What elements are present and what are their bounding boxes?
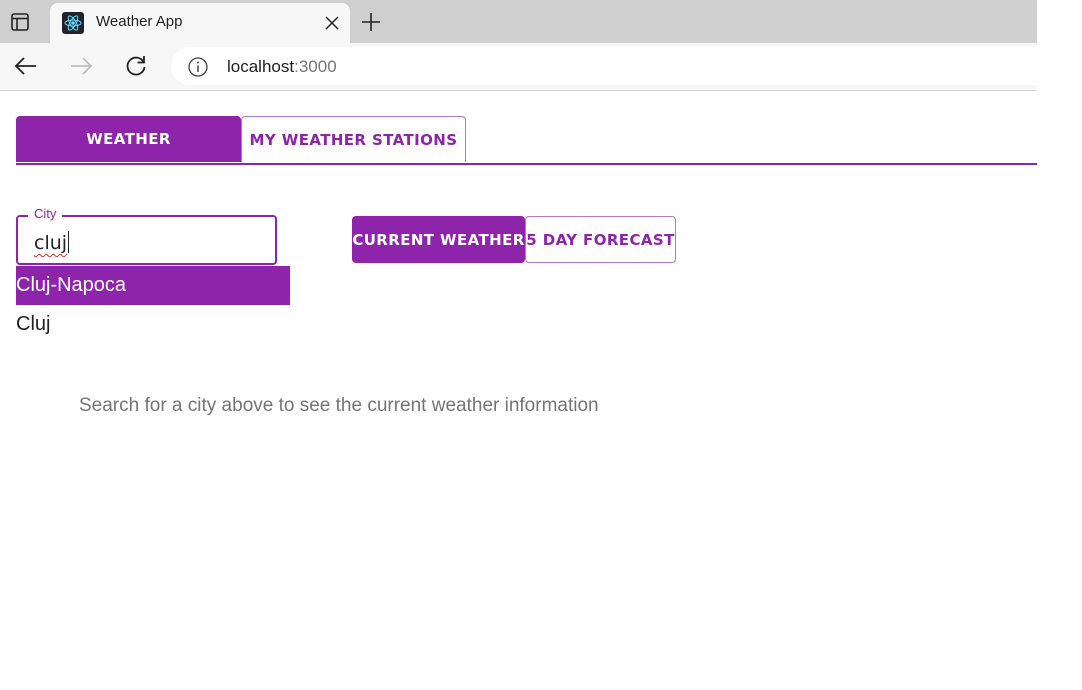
browser-toolbar: localhost:3000 [0,43,1037,91]
tabs-indicator-line [16,163,1037,165]
city-input-value[interactable]: cluj [34,231,70,254]
info-icon[interactable] [187,56,209,78]
browser-tab-title: Weather App [96,13,183,30]
reload-icon[interactable] [123,53,149,79]
city-suggestions-list: Cluj-Napoca Cluj [16,266,290,344]
url-port: :3000 [294,57,337,76]
address-bar[interactable]: localhost:3000 [171,47,1037,85]
browser-tab[interactable]: Weather App [50,3,350,43]
suggestion-item[interactable]: Cluj [16,305,290,344]
suggestion-item[interactable]: Cluj-Napoca [16,266,290,305]
tab-weather[interactable]: WEATHER [16,116,241,162]
close-icon[interactable] [324,15,340,31]
url-text: localhost:3000 [227,57,337,77]
five-day-forecast-button[interactable]: 5 DAY FORECAST [525,216,676,263]
back-arrow-icon[interactable] [13,53,39,79]
empty-state-hint: Search for a city above to see the curre… [79,395,599,416]
text-caret [68,231,70,253]
city-field-label: City [28,206,63,221]
app-tabs: WEATHER MY WEATHER STATIONS [16,116,1037,165]
plus-icon[interactable] [360,11,382,33]
browser-tabstrip: Weather App [0,0,1037,43]
react-favicon-icon [62,12,84,34]
city-input-text: cluj [34,232,68,254]
city-search-field[interactable]: City cluj [16,206,277,265]
tab-actions-icon[interactable] [8,11,32,33]
current-weather-button[interactable]: CURRENT WEATHER [352,216,525,263]
url-host: localhost [227,57,295,76]
tab-my-weather-stations[interactable]: MY WEATHER STATIONS [241,116,466,162]
forward-arrow-icon[interactable] [68,53,94,79]
